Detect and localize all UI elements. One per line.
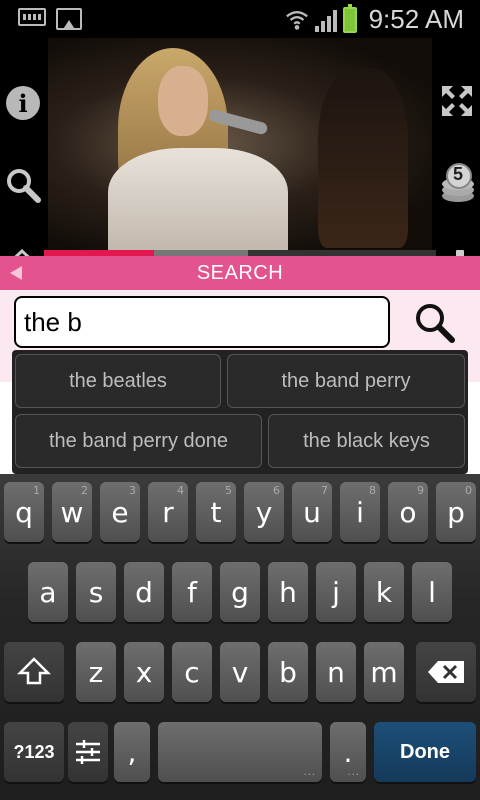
key-n[interactable]: n — [316, 642, 356, 702]
search-header: SEARCH — [0, 256, 480, 290]
key-x[interactable]: x — [124, 642, 164, 702]
key-c[interactable]: c — [172, 642, 212, 702]
key-o[interactable]: o9 — [388, 482, 428, 542]
key-d[interactable]: d — [124, 562, 164, 622]
coins-count: 5 — [453, 164, 464, 184]
status-bar: 9:52 AM — [0, 0, 480, 38]
info-icon[interactable]: i — [6, 86, 40, 120]
key-h[interactable]: h — [268, 562, 308, 622]
video-frame[interactable] — [48, 38, 432, 250]
shift-key[interactable] — [4, 642, 64, 702]
key-y[interactable]: y6 — [244, 482, 284, 542]
symbols-key[interactable]: ?123 — [4, 722, 64, 782]
keyboard-icon — [18, 8, 46, 26]
clock: 9:52 AM — [368, 4, 464, 34]
search-icon[interactable] — [4, 166, 44, 206]
search-submit-icon[interactable] — [412, 300, 458, 346]
key-k[interactable]: k — [364, 562, 404, 622]
page-title: SEARCH — [196, 262, 284, 284]
key-w[interactable]: w2 — [52, 482, 92, 542]
backspace-key[interactable] — [416, 642, 476, 702]
battery-icon — [342, 3, 357, 33]
key-r[interactable]: r4 — [148, 482, 188, 542]
key-l[interactable]: l — [412, 562, 452, 622]
suggestions-panel: the beatles the band perry the band perr… — [12, 350, 468, 474]
settings-sliders-icon — [76, 740, 100, 764]
comma-key[interactable]: , — [114, 722, 150, 782]
key-q[interactable]: q1 — [4, 482, 44, 542]
video-singer-face — [158, 66, 208, 136]
key-a[interactable]: a — [28, 562, 68, 622]
key-u[interactable]: u7 — [292, 482, 332, 542]
key-m[interactable]: m — [364, 642, 404, 702]
key-v[interactable]: v — [220, 642, 260, 702]
keyboard-settings-key[interactable] — [68, 722, 108, 782]
suggestion-item[interactable]: the black keys — [268, 414, 465, 468]
key-f[interactable]: f — [172, 562, 212, 622]
key-z[interactable]: z — [76, 642, 116, 702]
key-j[interactable]: j — [316, 562, 356, 622]
info-glyph: i — [18, 88, 28, 118]
suggestion-item[interactable]: the band perry — [227, 354, 465, 408]
video-player[interactable]: i 5 — [0, 38, 480, 286]
key-s[interactable]: s — [76, 562, 116, 622]
suggestion-item[interactable]: the band perry done — [15, 414, 262, 468]
signal-icon — [314, 8, 337, 32]
space-key[interactable]: ... — [158, 722, 322, 782]
soft-keyboard: q1 w2 e3 r4 t5 y6 u7 i8 o9 p0 a s d f g … — [0, 474, 480, 800]
wifi-icon — [285, 10, 308, 30]
key-g[interactable]: g — [220, 562, 260, 622]
key-i[interactable]: i8 — [340, 482, 380, 542]
suggestion-item[interactable]: the beatles — [15, 354, 221, 408]
key-t[interactable]: t5 — [196, 482, 236, 542]
key-e[interactable]: e3 — [100, 482, 140, 542]
coins-icon[interactable]: 5 — [438, 162, 478, 206]
search-input[interactable]: the b — [14, 296, 390, 348]
done-key[interactable]: Done — [374, 722, 476, 782]
video-singer-dress — [108, 148, 288, 250]
video-background-figure — [318, 68, 408, 248]
backspace-icon — [428, 661, 464, 683]
shift-icon — [17, 657, 51, 685]
key-b[interactable]: b — [268, 642, 308, 702]
key-p[interactable]: p0 — [436, 482, 476, 542]
fullscreen-icon[interactable] — [440, 84, 474, 118]
period-key[interactable]: .... — [330, 722, 366, 782]
image-icon — [56, 8, 82, 30]
